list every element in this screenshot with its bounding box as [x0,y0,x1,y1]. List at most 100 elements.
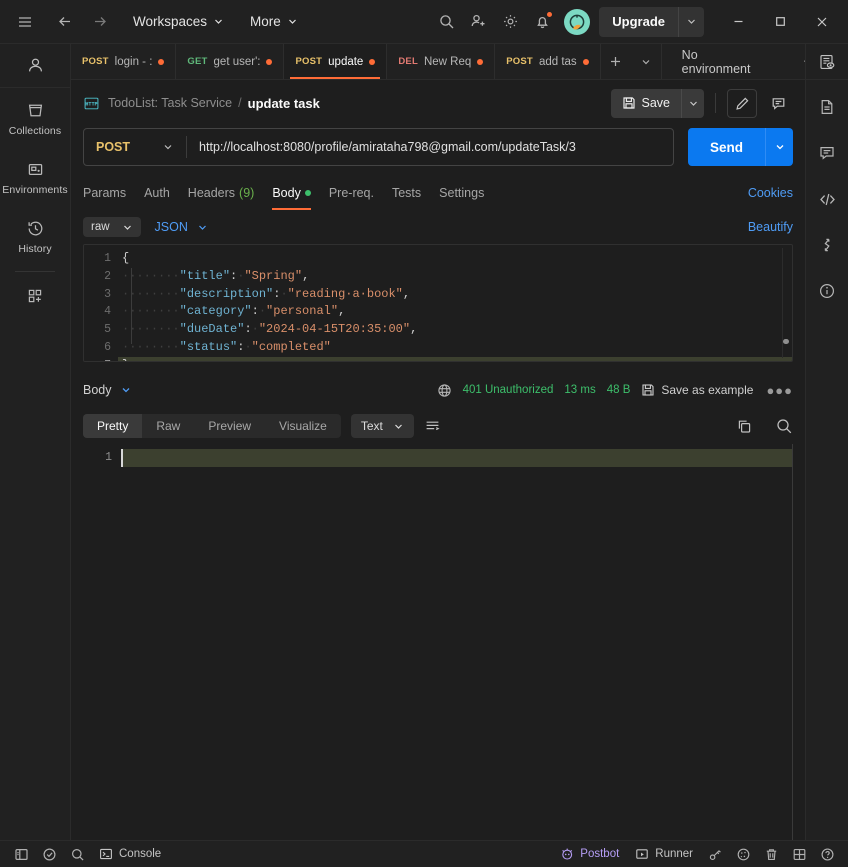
response-code[interactable] [121,444,793,840]
hamburger-menu-icon[interactable] [10,7,40,37]
sidebar-item-environments[interactable]: Environments [0,147,70,206]
cookies-link[interactable]: Cookies [748,186,793,200]
runner-label: Runner [655,848,693,860]
code-line: ········"category":·"personal", [122,304,346,319]
profile-person-icon[interactable] [0,44,70,88]
line-number: 3 [104,287,111,301]
search-icon[interactable] [431,7,461,37]
copy-icon[interactable] [736,418,753,435]
sidebar-item-history[interactable]: History [0,206,70,265]
documentation-icon[interactable] [810,88,844,126]
find-search-icon[interactable] [64,843,90,866]
workspaces-menu[interactable]: Workspaces [124,10,233,33]
upgrade-button[interactable]: Upgrade [599,7,678,37]
info-icon[interactable] [810,272,844,310]
comments-icon[interactable] [810,134,844,172]
help-circle-icon[interactable] [814,843,840,866]
request-tab[interactable]: POST add tas [495,44,601,79]
close-button[interactable] [802,0,842,44]
upgrade-caret-icon[interactable] [678,6,704,37]
sidebar-item-label: History [18,243,52,255]
tab-list-chevron-down-icon[interactable] [631,44,661,79]
notifications-bell-icon[interactable] [527,7,557,37]
environment-label: No environment [681,47,751,76]
search-icon[interactable] [775,417,793,435]
url-input[interactable] [187,129,673,165]
page-title[interactable]: update task [248,96,320,111]
sync-changes-icon[interactable] [810,226,844,264]
method-selector[interactable]: POST [84,129,186,165]
back-arrow-icon[interactable] [50,7,80,37]
request-tab[interactable]: DEL New Req [387,44,496,79]
body-language-selector[interactable]: JSON [155,220,208,234]
terminal-icon [99,847,113,861]
invite-user-icon[interactable] [463,7,493,37]
forward-arrow-icon[interactable] [84,7,114,37]
history-clock-icon [26,219,45,238]
response-body-editor[interactable]: 1 [83,444,793,840]
editor-code[interactable]: {········"title":·"Spring", ········"desc… [118,245,792,362]
tab-method: POST [506,56,533,67]
code-line: { [122,251,130,265]
beautify-button[interactable]: Beautify [748,220,793,234]
save-caret-icon[interactable] [681,88,704,118]
title-bar: Workspaces More Upgrade [0,0,848,44]
tab-settings[interactable]: Settings [430,176,493,210]
sidebar-item-collections[interactable]: Collections [0,88,70,147]
request-tab[interactable]: POST login - : [71,44,177,79]
request-tab[interactable]: GET get user': [176,44,285,79]
ellipsis-icon[interactable]: ●●● [764,383,793,398]
breadcrumb-collection[interactable]: TodoList: Task Service [108,96,232,110]
unsaved-dot [369,58,376,65]
send-caret-icon[interactable] [765,128,793,166]
response-meta: 401 Unauthorized 13 ms 48 B Save as exam… [437,383,793,398]
vault-key-icon[interactable] [702,843,728,866]
new-tab-plus-icon[interactable] [601,44,631,79]
trash-icon[interactable] [758,843,784,866]
check-circle-icon[interactable] [36,843,62,866]
wrap-lines-icon[interactable] [424,418,441,435]
avatar[interactable] [564,8,591,35]
response-format-selector[interactable]: Text [350,414,414,439]
settings-gear-icon[interactable] [495,7,525,37]
response-body-selector[interactable]: Body [83,383,132,397]
tab-name: add tas [538,55,577,68]
tab-pre-request[interactable]: Pre-req. [320,176,383,210]
environment-selector[interactable]: No environment [676,44,818,80]
tab-params[interactable]: Params [83,176,135,210]
minimize-button[interactable] [718,0,758,44]
tab-body[interactable]: Body [263,176,320,210]
two-pane-layout-icon[interactable] [786,843,812,866]
runner-button[interactable]: Runner [628,844,700,864]
console-button[interactable]: Console [92,844,168,864]
line-number: 6 [104,340,111,354]
sidebar-toggle-icon[interactable] [8,843,34,866]
editor-scrollbar[interactable] [782,248,790,359]
maximize-button[interactable] [760,0,800,44]
chevron-down-icon [122,388,129,393]
tab-auth[interactable]: Auth [135,176,179,210]
save-button[interactable]: Save [611,89,682,118]
more-menu[interactable]: More [241,10,307,33]
send-button[interactable]: Send [687,128,765,166]
tab-pretty[interactable]: Pretty [83,414,143,439]
request-tabs: POST login - : GET get user': POST updat… [71,44,661,79]
code-icon[interactable] [810,180,844,218]
tab-headers[interactable]: Headers (9) [179,176,264,210]
cookie-icon[interactable] [730,843,756,866]
tab-visualize[interactable]: Visualize [265,414,341,438]
save-group: Save [610,88,704,118]
request-body-editor[interactable]: 1 2 3 4 5 6 7 {········"title":·"Spring", ·····… [83,244,793,363]
body-mode-selector[interactable]: raw [83,217,141,237]
edit-pencil-icon[interactable] [727,88,757,118]
tab-tests[interactable]: Tests [383,176,430,210]
environment-quick-look-icon[interactable] [806,44,848,80]
tab-preview[interactable]: Preview [194,414,265,438]
tab-raw[interactable]: Raw [142,414,194,438]
request-tab-active[interactable]: POST update [284,44,388,79]
postbot-button[interactable]: Postbot [553,844,626,864]
sidebar-item-apps[interactable] [0,274,70,315]
save-as-example-button[interactable]: Save as example [641,383,753,397]
comment-icon[interactable] [763,89,793,118]
line-number: 1 [104,252,111,265]
